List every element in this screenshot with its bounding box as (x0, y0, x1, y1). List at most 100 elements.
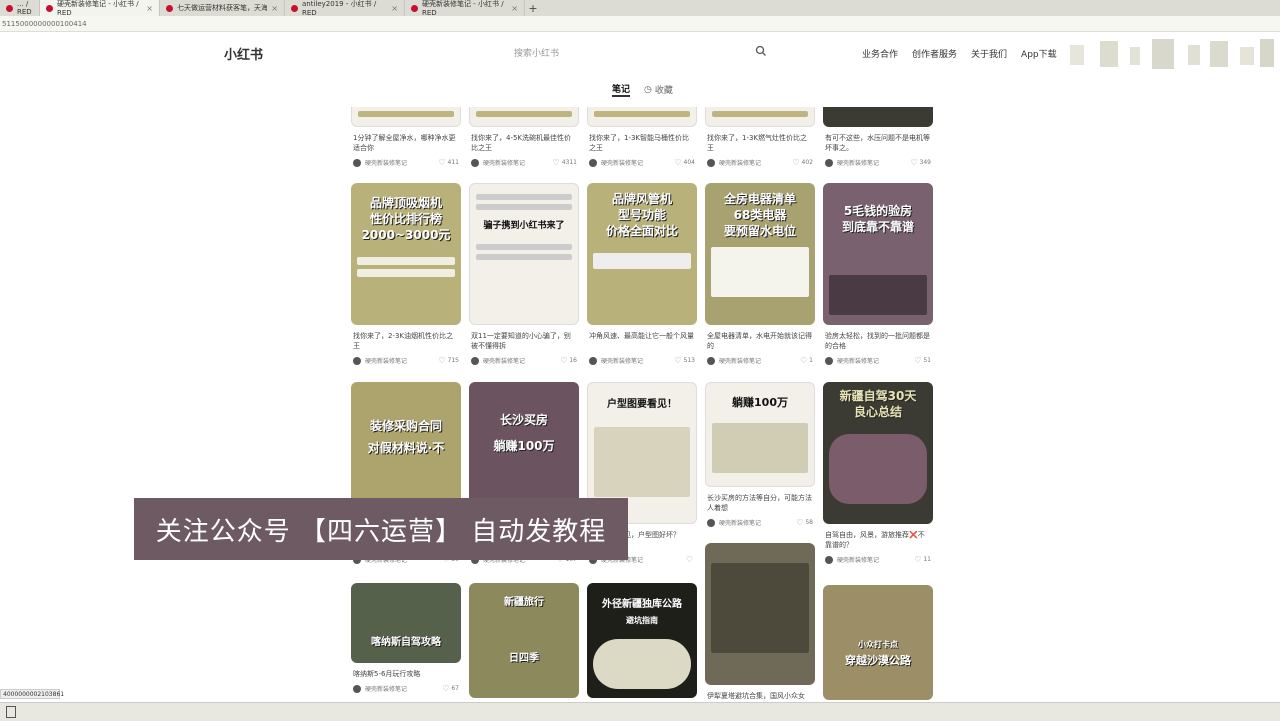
like-button[interactable]: ♡ 411 (438, 158, 459, 167)
note-cover[interactable]: 新疆自驾30天 良心总结 (823, 382, 933, 524)
avatar[interactable] (825, 158, 833, 167)
note-card[interactable]: 喀纳斯自驾攻略 喀纳斯5-6月玩行攻略 硬壳新装修笔记 ♡ 67 (351, 583, 461, 693)
like-button[interactable]: ♡ 11 (914, 555, 931, 564)
note-cover[interactable]: 小众打卡点 穿越沙漠公路 (823, 585, 933, 700)
author-name[interactable]: 硬壳新装修笔记 (837, 555, 879, 564)
author-name[interactable]: 硬壳新装修笔记 (365, 684, 407, 693)
note-description[interactable]: 找你来了，4-5K洗碗机最佳性价比之王 (471, 133, 577, 153)
author-name[interactable]: 硬壳新装修笔记 (365, 158, 407, 167)
avatar[interactable] (825, 555, 833, 564)
nav-about[interactable]: 关于我们 (971, 47, 1007, 60)
like-button[interactable]: ♡ 67 (442, 684, 459, 693)
note-description[interactable]: 长沙买房的方法等自分，可能方法人着想 (707, 493, 813, 513)
author-name[interactable]: 硬壳新装修笔记 (719, 356, 761, 365)
note-card[interactable]: 伊犁夏塔避坑合集，国风小众女 (705, 543, 815, 711)
note-card[interactable]: 找你来了，1-3K智能马桶性价比之王 硬壳新装修笔记 ♡ 404 (587, 107, 697, 167)
note-cover[interactable]: 新疆旅行 日四季 (469, 583, 579, 698)
site-logo[interactable]: 小红书 (224, 44, 263, 63)
close-icon[interactable]: × (511, 4, 518, 13)
avatar[interactable] (825, 356, 833, 365)
like-button[interactable]: ♡ 404 (674, 158, 695, 167)
note-cover[interactable] (469, 107, 579, 127)
note-cover[interactable]: 躺赚100万 (705, 382, 815, 487)
note-description[interactable]: 1分钟了解全屋净水，哪种净水更适合你 (353, 133, 459, 153)
avatar[interactable] (471, 356, 479, 365)
note-cover[interactable]: 全房电器清单 68类电器 要预留水电位 (705, 183, 815, 325)
nav-business[interactable]: 业务合作 (862, 47, 898, 60)
note-cover[interactable]: 品牌风管机 型号功能 价格全面对比 (587, 183, 697, 325)
like-button[interactable]: ♡ 1 (800, 356, 813, 365)
note-description[interactable]: 找你来了，2-3K油烟机性价比之王 (353, 331, 459, 351)
note-card[interactable]: 全房电器清单 68类电器 要预留水电位 全屋电器清单，水电开始就该记得的 硬壳新… (705, 183, 815, 365)
note-card[interactable]: 新疆自驾30天 良心总结 自驾自由，风景，游旅推荐❌不靠谱的？ 硬壳新装修笔记 ♡… (823, 382, 933, 564)
like-button[interactable]: ♡ 402 (792, 158, 813, 167)
address-bar[interactable]: 5115000000000100414 (0, 16, 1280, 32)
note-card[interactable]: 躺赚100万 长沙买房的方法等自分，可能方法人着想 硬壳新装修笔记 ♡ 58 (705, 382, 815, 527)
avatar[interactable] (471, 158, 479, 167)
close-icon[interactable]: × (271, 4, 278, 13)
author-name[interactable]: 硬壳新装修笔记 (483, 356, 525, 365)
note-cover[interactable]: 5毛钱的验房 到底靠不靠谱 (823, 183, 933, 325)
browser-tab[interactable]: 七天做运营材料获客笔，天海获客× (160, 0, 285, 16)
close-icon[interactable]: × (146, 4, 153, 13)
note-cover[interactable] (823, 107, 933, 127)
note-description[interactable]: 喀纳斯5-6月玩行攻略 (353, 669, 459, 679)
browser-tab[interactable]: antiley2019 - 小红书 / RED × (285, 0, 405, 17)
note-card[interactable]: 1分钟了解全屋净水，哪种净水更适合你 硬壳新装修笔记 ♡ 411 (351, 107, 461, 167)
author-name[interactable]: 硬壳新装修笔记 (719, 518, 761, 527)
nav-app-download[interactable]: App下载 (1021, 47, 1057, 60)
avatar[interactable] (353, 158, 361, 167)
like-button[interactable]: ♡ 58 (796, 518, 813, 527)
note-cover[interactable] (351, 107, 461, 127)
like-button[interactable]: ♡ (686, 555, 695, 564)
nav-creator[interactable]: 创作者服务 (912, 47, 957, 60)
note-cover[interactable]: 喀纳斯自驾攻略 (351, 583, 461, 663)
browser-tab[interactable]: 硬壳新装修笔记 - 小红书 / RED × (405, 0, 525, 17)
author-name[interactable]: 硬壳新装修笔记 (837, 158, 879, 167)
avatar[interactable] (589, 158, 597, 167)
search-icon[interactable] (755, 45, 767, 57)
note-card[interactable]: 小众打卡点 穿越沙漠公路 (823, 585, 933, 700)
note-card[interactable]: 骗子携到小红书来了 双11一定要知道的小心骗了，别被不懂得拆 硬壳新装修笔记 ♡ 1… (469, 183, 579, 365)
avatar[interactable] (353, 684, 361, 693)
avatar[interactable] (707, 158, 715, 167)
author-name[interactable]: 硬壳新装修笔记 (601, 158, 643, 167)
author-name[interactable]: 硬壳新装修笔记 (601, 356, 643, 365)
browser-tab[interactable]: ... / RED (0, 0, 40, 16)
author-name[interactable]: 硬壳新装修笔记 (719, 158, 761, 167)
note-description[interactable]: 全屋电器清单，水电开始就该记得的 (707, 331, 813, 351)
note-cover[interactable]: 品牌顶吸烟机 性价比排行榜 2000~3000元 (351, 183, 461, 325)
note-description[interactable]: 找你来了，1-3K燃气灶性价比之王 (707, 133, 813, 153)
browser-tab[interactable]: 硬壳新装修笔记 - 小红书 / RED × (40, 0, 160, 17)
like-button[interactable]: ♡ 51 (914, 356, 931, 365)
like-button[interactable]: ♡ 513 (674, 356, 695, 365)
like-button[interactable]: ♡ 715 (438, 356, 459, 365)
note-description[interactable]: 有可不这些，水压问题不是电机等坏事之。 (825, 133, 931, 153)
note-card[interactable]: 品牌顶吸烟机 性价比排行榜 2000~3000元 找你来了，2-3K油烟机性价比… (351, 183, 461, 365)
note-description[interactable]: 自驾自由，风景，游旅推荐❌不靠谱的？ (825, 530, 931, 550)
tab-notes[interactable]: 笔记 (612, 82, 631, 97)
note-description[interactable]: 验房太轻松，找到的一批问题都是的合格 (825, 331, 931, 351)
close-icon[interactable]: × (391, 4, 398, 13)
avatar[interactable] (707, 518, 715, 527)
note-cover[interactable]: 骗子携到小红书来了 (469, 183, 579, 325)
author-name[interactable]: 硬壳新装修笔记 (365, 356, 407, 365)
note-description[interactable]: 冲角风速、最高能让它一般个风量 (589, 331, 695, 351)
note-description[interactable]: 双11一定要知道的小心骗了，别被不懂得拆 (471, 331, 577, 351)
note-cover[interactable] (587, 107, 697, 127)
note-card[interactable]: 有可不这些，水压问题不是电机等坏事之。 硬壳新装修笔记 ♡ 349 (823, 107, 933, 167)
note-cover[interactable]: 外径新疆独库公路 避坑指南 (587, 583, 697, 698)
search-input[interactable]: 搜索小红书 (500, 41, 775, 63)
new-tab-button[interactable]: + (525, 0, 541, 16)
tab-favorites[interactable]: ◷ 收藏 (644, 82, 673, 97)
note-card[interactable]: 新疆旅行 日四季 (469, 583, 579, 698)
note-cover[interactable] (705, 107, 815, 127)
note-card[interactable]: 找你来了，4-5K洗碗机最佳性价比之王 硬壳新装修笔记 ♡ 4311 (469, 107, 579, 167)
avatar[interactable] (589, 356, 597, 365)
note-cover[interactable] (705, 543, 815, 685)
like-button[interactable]: ♡ 4311 (553, 158, 577, 167)
author-name[interactable]: 硬壳新装修笔记 (837, 356, 879, 365)
file-icon[interactable] (6, 706, 16, 718)
author-name[interactable]: 硬壳新装修笔记 (483, 158, 525, 167)
note-description[interactable]: 找你来了，1-3K智能马桶性价比之王 (589, 133, 695, 153)
